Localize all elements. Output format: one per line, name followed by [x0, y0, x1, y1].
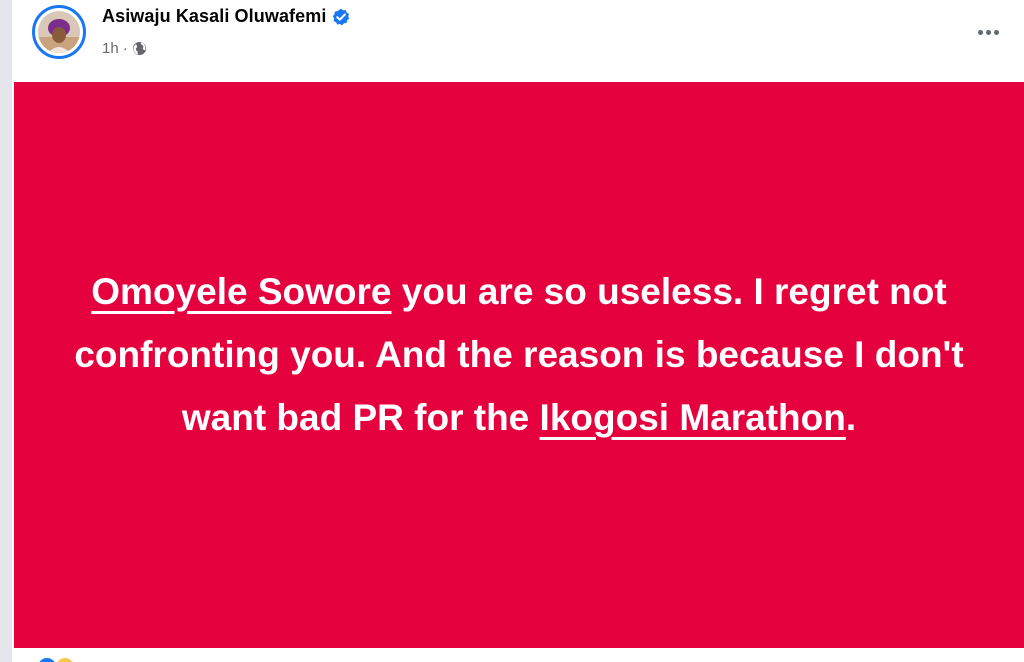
profile-photo: [38, 11, 80, 53]
post-footer: [12, 648, 1024, 662]
post-text: Omoyele Sowore you are so useless. I reg…: [69, 260, 969, 449]
more-options-icon[interactable]: [970, 18, 1006, 46]
post-background: Omoyele Sowore you are so useless. I reg…: [14, 82, 1024, 648]
reaction-icons[interactable]: [36, 656, 76, 662]
timestamp[interactable]: 1h: [102, 40, 119, 57]
globe-icon[interactable]: [132, 41, 147, 56]
post-text-end: .: [845, 396, 857, 438]
post-meta: 1h ·: [102, 40, 147, 57]
author-row: Asiwaju Kasali Oluwafemi: [102, 6, 350, 27]
verified-badge-icon: [332, 8, 350, 26]
author-name[interactable]: Asiwaju Kasali Oluwafemi: [102, 6, 326, 27]
mention-link-ikogosi-marathon[interactable]: Ikogosi Marathon: [540, 397, 846, 438]
post-card: Asiwaju Kasali Oluwafemi 1h · Omoyele So…: [12, 0, 1024, 662]
mention-link-omoyele-sowore[interactable]: Omoyele Sowore: [91, 271, 391, 312]
avatar[interactable]: [32, 5, 86, 59]
post-header: Asiwaju Kasali Oluwafemi 1h ·: [12, 0, 1024, 82]
meta-separator: ·: [122, 40, 128, 57]
